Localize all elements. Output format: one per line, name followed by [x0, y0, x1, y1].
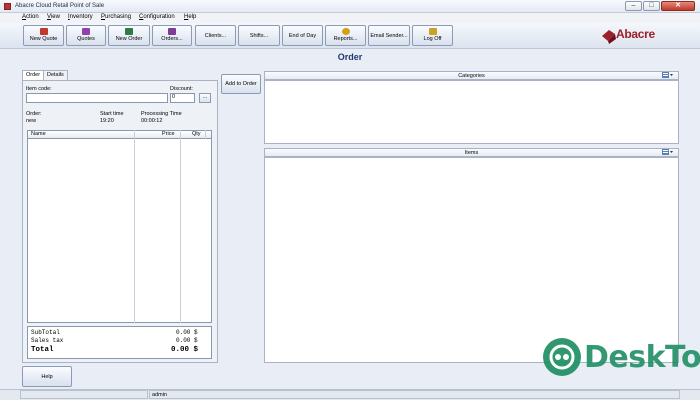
new-quote-icon	[39, 28, 48, 35]
orders-button[interactable]: Orders...	[152, 25, 192, 46]
column-divider	[180, 130, 181, 323]
page-title: Order	[337, 52, 363, 62]
menu-action[interactable]: Action	[22, 14, 39, 20]
discount-field[interactable]: 0	[170, 93, 195, 103]
discount-browse-button[interactable]: ...	[199, 93, 211, 103]
minimize-button[interactable]: –	[625, 1, 642, 11]
tab-details[interactable]: Details	[43, 70, 68, 80]
start-time-label: Start time	[100, 111, 124, 117]
orders-icon	[168, 28, 176, 35]
close-button[interactable]: ✕	[661, 1, 695, 11]
processing-time-label: Processing Time	[141, 111, 182, 117]
new-order-button[interactable]: New Order	[108, 25, 150, 46]
maximize-button[interactable]: □	[643, 1, 660, 11]
shifts-button[interactable]: Shifts...	[238, 25, 280, 46]
add-to-order-button[interactable]: Add to Order	[221, 74, 261, 94]
quotes-icon	[82, 28, 90, 35]
window-title: Abacre Cloud Retail Point of Sale	[15, 3, 105, 9]
watermark-text: DeskTop	[584, 340, 700, 375]
column-header-name[interactable]: Name	[31, 131, 46, 137]
sales-tax-label: Sales tax	[31, 337, 64, 344]
categories-panel[interactable]	[264, 80, 679, 144]
watermark-logo-icon	[543, 338, 581, 376]
items-panel[interactable]	[264, 157, 679, 363]
order-value: new	[26, 118, 37, 124]
new-order-icon	[125, 28, 133, 35]
grid-view-icon[interactable]	[662, 72, 673, 78]
discount-label: Discount:	[170, 86, 193, 92]
column-divider	[134, 130, 135, 323]
items-header: Items	[264, 148, 679, 157]
tab-order[interactable]: Order	[22, 70, 45, 80]
grid-header	[27, 130, 212, 139]
help-button[interactable]: Help	[22, 366, 72, 387]
log-off-button[interactable]: Log Off	[412, 25, 453, 46]
item-code-input[interactable]	[26, 93, 168, 103]
logo-text: Abacre	[616, 27, 655, 41]
subtotal-label: SubTotal	[31, 329, 60, 336]
menu-inventory[interactable]: Inventory	[68, 14, 93, 20]
menu-configuration[interactable]: Configuration	[139, 14, 175, 20]
column-header-qty[interactable]: Qty	[192, 131, 201, 137]
grid-view-icon[interactable]	[662, 149, 673, 155]
categories-header: Categories	[264, 71, 679, 80]
processing-time-value: 00:00:12	[141, 118, 163, 124]
reports-button[interactable]: Reports...	[325, 25, 366, 46]
order-items-grid[interactable]	[27, 130, 212, 323]
status-panel	[20, 390, 148, 399]
reports-icon	[341, 28, 350, 35]
total-value: 0.00 $	[171, 346, 199, 354]
end-of-day-button[interactable]: End of Day	[282, 25, 323, 46]
menu-purchasing[interactable]: Purchasing	[101, 14, 131, 20]
menu-help[interactable]: Help	[184, 14, 196, 20]
title-bar	[0, 0, 700, 13]
item-code-label: Item code:	[26, 86, 52, 92]
subtotal-value: 0.00 $	[176, 329, 198, 336]
status-user: admin	[149, 390, 680, 399]
app-icon	[4, 3, 11, 10]
sales-tax-value: 0.00 $	[176, 337, 198, 344]
total-label: Total	[31, 346, 54, 354]
menu-view[interactable]: View	[47, 14, 60, 20]
new-quote-button[interactable]: New Quote	[23, 25, 64, 46]
start-time-value: 19:20	[100, 118, 114, 124]
column-divider	[205, 130, 206, 139]
column-header-price[interactable]: Price	[162, 131, 175, 137]
log-off-icon	[428, 28, 437, 35]
email-sender-button[interactable]: Email Sender...	[368, 25, 410, 46]
quotes-button[interactable]: Quotes	[66, 25, 106, 46]
order-label: Order:	[26, 111, 42, 117]
clients-button[interactable]: Clients...	[195, 25, 236, 46]
